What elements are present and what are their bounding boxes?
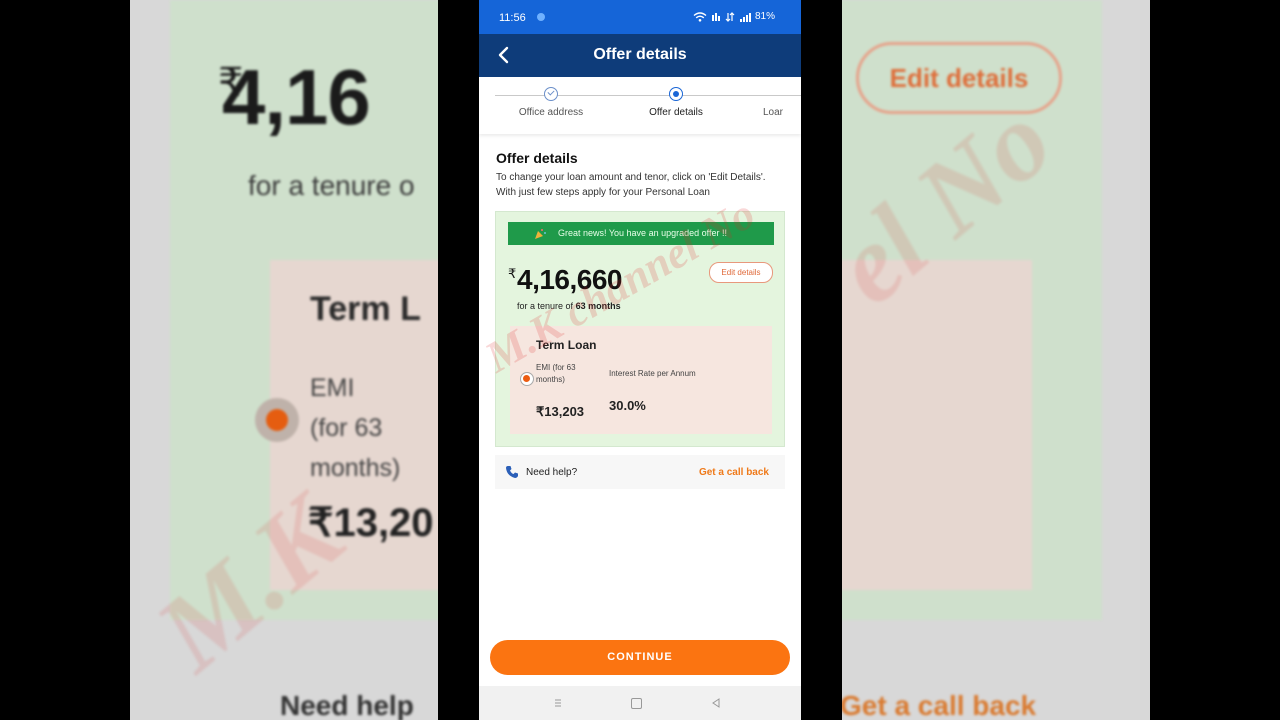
bg-emi: EMI (for 63 months) bbox=[310, 368, 400, 488]
section-description: To change your loan amount and tenor, cl… bbox=[496, 172, 766, 198]
bg-emi-line2: (for 63 bbox=[310, 414, 383, 442]
wifi-icon bbox=[693, 11, 707, 22]
banner-text: Great news! You have an upgraded offer !… bbox=[558, 228, 727, 238]
bg-emi-value: ₹13,20 bbox=[308, 501, 434, 545]
status-icons: 81% bbox=[693, 11, 775, 22]
party-popper-icon bbox=[535, 229, 546, 239]
progress-stepper: Office address Offer details Loar bbox=[479, 77, 801, 134]
edit-details-button[interactable]: Edit details bbox=[709, 262, 773, 283]
background-right-blur: Edit details Get a call back el No bbox=[842, 0, 1150, 720]
emi-value: ₹13,203 bbox=[536, 404, 585, 419]
interest-rate-label: Interest Rate per Annum bbox=[609, 369, 696, 378]
bg-emi-line3: months) bbox=[310, 454, 401, 482]
need-help-text: Need help? bbox=[526, 467, 578, 478]
step-label: Office address bbox=[518, 107, 584, 118]
bg-radio bbox=[255, 398, 299, 442]
term-loan-radio[interactable] bbox=[520, 372, 534, 386]
currency-symbol: ₹ bbox=[508, 266, 517, 281]
step-offer-details: Offer details bbox=[642, 87, 710, 118]
step-loan: Loar bbox=[763, 87, 801, 118]
bg-term: Term L bbox=[310, 290, 421, 328]
tenure-prefix: for a tenure of bbox=[517, 301, 574, 311]
tenure-value: 63 months bbox=[575, 301, 621, 311]
app-header: Offer details bbox=[479, 34, 801, 77]
interest-rate-value: 30.0% bbox=[609, 398, 646, 413]
signal-icon bbox=[739, 12, 751, 22]
offer-card: Great news! You have an upgraded offer !… bbox=[495, 211, 785, 447]
call-icon bbox=[711, 12, 720, 21]
recents-icon[interactable] bbox=[553, 698, 563, 708]
bg-need-help: Need help bbox=[280, 690, 414, 720]
upgrade-banner: Great news! You have an upgraded offer !… bbox=[508, 222, 774, 245]
battery-level: 81% bbox=[754, 11, 775, 22]
data-icon bbox=[725, 11, 735, 22]
status-bar: 11:56 81% bbox=[479, 0, 801, 34]
phone-screen: 11:56 81% Offer details Office address O… bbox=[479, 0, 801, 720]
bg-edit-details: Edit details bbox=[856, 42, 1062, 114]
step-label: Loar bbox=[763, 107, 784, 118]
step-office-address: Office address bbox=[513, 87, 589, 118]
bg-emi-line1: EMI bbox=[310, 374, 355, 402]
bg-term-card-right bbox=[842, 260, 1032, 590]
section-title: Offer details bbox=[496, 150, 578, 166]
background-left-blur: ₹ 4,16 for a tenure o Term L EMI (for 63… bbox=[130, 0, 438, 720]
check-icon bbox=[544, 87, 558, 101]
continue-button[interactable]: CONTINUE bbox=[490, 640, 790, 675]
page-title: Offer details bbox=[593, 46, 687, 63]
home-icon[interactable] bbox=[631, 698, 642, 709]
help-row: Need help? Get a call back bbox=[495, 455, 785, 489]
bg-tenure: for a tenure o bbox=[248, 170, 415, 201]
status-time: 11:56 bbox=[499, 12, 526, 24]
bg-amount: 4,16 bbox=[222, 53, 371, 141]
emi-label: EMI (for 63 months) bbox=[536, 363, 576, 384]
loan-amount: 4,16,660 bbox=[517, 264, 623, 295]
step-label: Offer details bbox=[649, 107, 703, 118]
notification-dot-icon bbox=[537, 13, 545, 21]
android-nav-bar bbox=[479, 686, 801, 720]
term-loan-title: Term Loan bbox=[536, 338, 597, 352]
active-step-icon bbox=[669, 87, 683, 101]
term-loan-card[interactable]: Term Loan EMI (for 63 months) ₹13,203 In… bbox=[510, 326, 772, 434]
phone-icon bbox=[506, 466, 518, 478]
get-call-back-link[interactable]: Get a call back bbox=[699, 467, 769, 478]
nav-back-icon[interactable] bbox=[711, 698, 721, 708]
tenure-text: for a tenure of 63 months bbox=[517, 301, 621, 311]
bg-callback: Get a call back bbox=[842, 690, 1037, 720]
